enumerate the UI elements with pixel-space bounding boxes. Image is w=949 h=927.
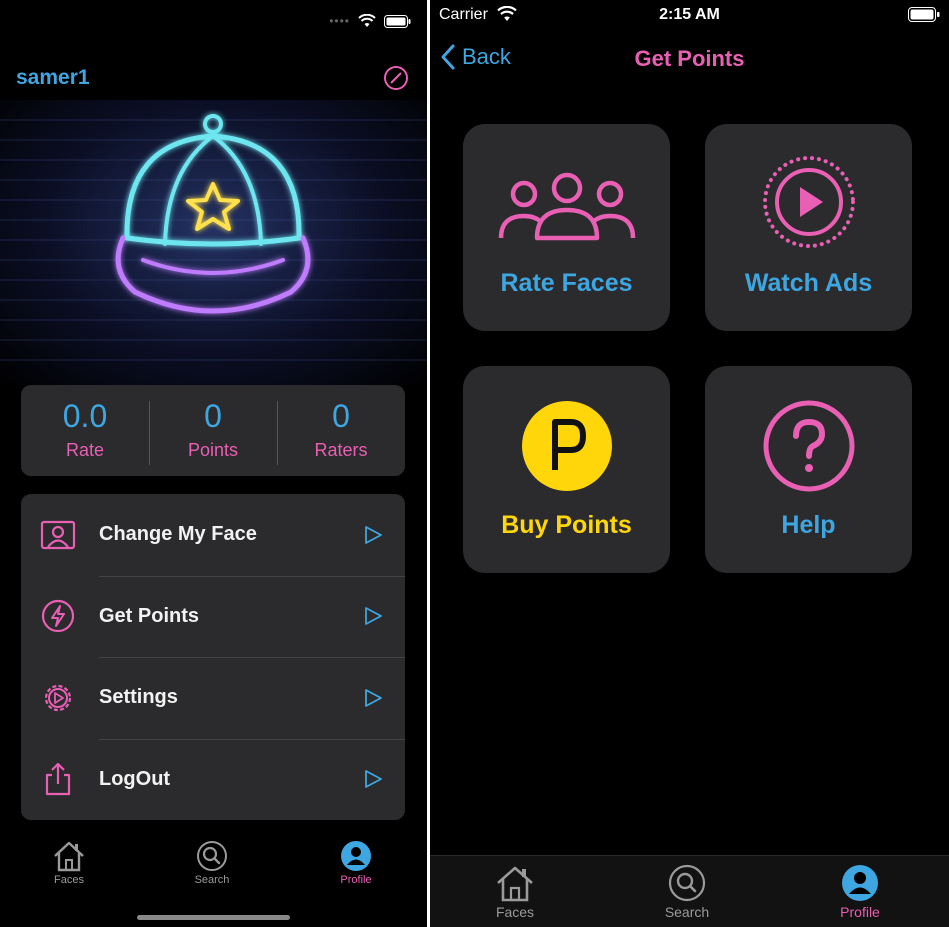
profile-screen: •••• samer1 0.0 Rate 0 Points 0 Raters C…	[0, 0, 427, 927]
tile-label: Rate Faces	[500, 269, 633, 297]
play-arrow-icon	[365, 770, 382, 789]
profile-menu: Change My Face Get Points Settings LogOu…	[21, 494, 405, 820]
menu-item-logout[interactable]: LogOut	[21, 738, 405, 821]
points-coin-icon	[521, 401, 612, 491]
stat-label: Raters	[314, 440, 368, 460]
tab-search[interactable]: Search	[162, 840, 262, 886]
people-icon	[498, 172, 635, 241]
stat-points: 0 Points	[149, 385, 277, 476]
wifi-icon	[358, 14, 376, 27]
status-bar: ••••	[329, 14, 411, 28]
tab-label: Profile	[840, 904, 880, 920]
tab-label: Search	[664, 904, 710, 920]
watch-ads-tile[interactable]: Watch Ads	[705, 124, 912, 331]
menu-label: Change My Face	[99, 523, 257, 546]
help-tile[interactable]: Help	[705, 366, 912, 573]
stats-card: 0.0 Rate 0 Points 0 Raters	[21, 385, 405, 476]
tab-profile[interactable]: Profile	[805, 864, 915, 920]
home-indicator	[137, 915, 290, 920]
tab-label: Faces	[495, 904, 535, 920]
menu-label: LogOut	[99, 767, 171, 790]
rate-faces-tile[interactable]: Rate Faces	[463, 124, 670, 331]
question-icon	[763, 400, 854, 492]
battery-icon	[384, 14, 411, 28]
play-arrow-icon	[365, 607, 382, 626]
tab-faces[interactable]: Faces	[19, 840, 119, 886]
share-icon	[45, 763, 71, 796]
profile-icon	[341, 841, 371, 871]
menu-label: Get Points	[99, 604, 200, 627]
neon-cap-icon	[115, 114, 311, 314]
tab-search[interactable]: Search	[632, 864, 742, 920]
username: samer1	[16, 66, 90, 89]
stat-value: 0.0	[62, 398, 108, 434]
play-icon	[762, 156, 855, 248]
search-icon	[197, 841, 227, 871]
get-points-screen: Carrier 2:15 AM Back Get Points Rate Fac…	[430, 0, 949, 927]
battery-icon	[908, 7, 940, 22]
signal-dots-icon: ••••	[329, 14, 350, 28]
home-icon	[497, 866, 533, 902]
tile-label: Watch Ads	[744, 269, 873, 297]
stat-value: 0	[204, 398, 222, 434]
home-icon	[54, 841, 84, 872]
status-bar: Carrier 2:15 AM	[430, 0, 949, 32]
profile-icon	[842, 865, 878, 901]
tab-faces[interactable]: Faces	[460, 864, 570, 920]
tile-label: Help	[781, 511, 836, 539]
menu-item-settings[interactable]: Settings	[21, 657, 405, 739]
menu-item-change-my-face[interactable]: Change My Face	[21, 494, 405, 576]
tab-label: Profile	[340, 874, 372, 886]
tab-profile[interactable]: Profile	[306, 840, 406, 886]
tab-label: Search	[194, 874, 230, 886]
tile-label: Buy Points	[501, 511, 632, 539]
portrait-icon	[40, 520, 76, 549]
edit-icon[interactable]	[383, 65, 409, 91]
lightning-icon	[41, 600, 75, 633]
stat-rate: 0.0 Rate	[21, 385, 149, 476]
stat-raters: 0 Raters	[277, 385, 405, 476]
profile-hero-image	[0, 100, 427, 385]
page-title: Get Points	[634, 46, 745, 71]
stat-label: Points	[187, 440, 239, 460]
play-arrow-icon	[365, 688, 382, 707]
tab-label: Faces	[54, 874, 84, 886]
play-arrow-icon	[365, 525, 382, 544]
gear-icon	[44, 684, 72, 711]
stat-label: Rate	[65, 440, 105, 460]
menu-item-get-points[interactable]: Get Points	[21, 575, 405, 658]
navigation-bar: Back Get Points	[430, 40, 949, 80]
tab-bar: Faces Search Profile	[0, 840, 427, 900]
search-icon	[668, 864, 706, 902]
menu-label: Settings	[99, 686, 178, 709]
tab-bar: Faces Search Profile	[430, 855, 949, 927]
clock: 2:15 AM	[659, 6, 720, 23]
buy-points-tile[interactable]: Buy Points	[463, 366, 670, 573]
stat-value: 0	[332, 398, 350, 434]
